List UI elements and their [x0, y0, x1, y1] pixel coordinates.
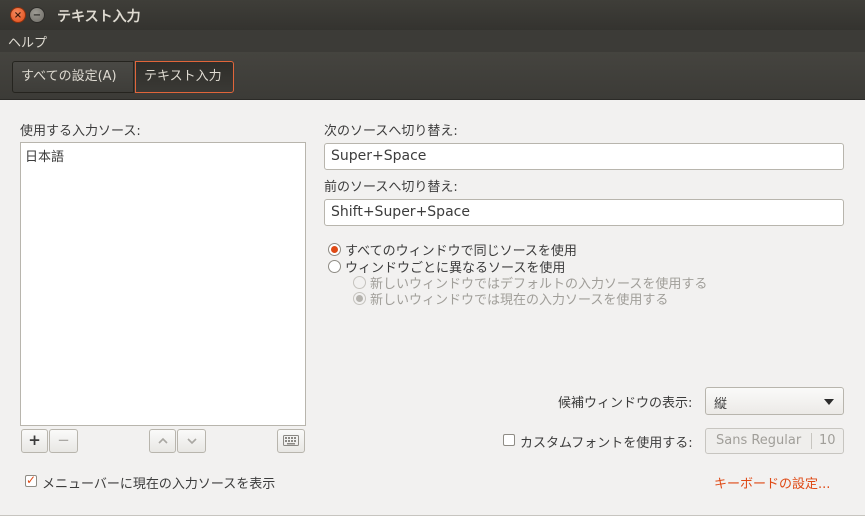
remove-source-button[interactable]: −: [49, 429, 78, 453]
prev-source-label: 前のソースへ切り替え:: [324, 180, 458, 195]
show-menubar-checkbox[interactable]: [25, 473, 37, 487]
candidate-window-label: 候補ウィンドウの表示:: [558, 396, 693, 411]
current-source-radio[interactable]: [353, 292, 366, 305]
font-chooser-button[interactable]: Sans Regular 10: [705, 428, 844, 454]
list-item[interactable]: 日本語: [25, 146, 64, 165]
menu-bar: ヘルプ: [0, 30, 865, 52]
default-source-radio[interactable]: [353, 276, 366, 289]
move-down-button[interactable]: [177, 429, 206, 453]
next-source-shortcut-field[interactable]: Super+Space: [324, 143, 844, 170]
add-source-button[interactable]: +: [21, 429, 48, 453]
keyboard-layout-button[interactable]: [277, 429, 305, 453]
chevron-down-icon: [186, 438, 197, 445]
plus-icon: +: [28, 431, 41, 449]
close-icon[interactable]: ×: [10, 7, 26, 23]
window-title: テキスト入力: [57, 9, 141, 25]
keyboard-icon: [283, 435, 299, 446]
title-bar: × − テキスト入力: [0, 0, 865, 30]
keyboard-settings-link[interactable]: キーボードの設定...: [714, 473, 830, 492]
font-separator: [811, 433, 812, 449]
breadcrumb-all-settings[interactable]: すべての設定(A): [12, 61, 134, 93]
move-up-button[interactable]: [149, 429, 176, 453]
candidate-window-select[interactable]: 縦: [705, 387, 844, 415]
next-source-label: 次のソースへ切り替え:: [324, 124, 458, 139]
custom-font-checkbox[interactable]: [503, 434, 515, 446]
candidate-window-value: 縦: [714, 397, 728, 412]
input-sources-label: 使用する入力ソース:: [20, 124, 141, 139]
font-size: 10: [819, 433, 836, 448]
menu-help[interactable]: ヘルプ: [8, 32, 47, 51]
per-window-radio[interactable]: [328, 260, 341, 273]
breadcrumb-text-entry[interactable]: テキスト入力: [135, 61, 234, 93]
same-source-radio[interactable]: [328, 243, 341, 256]
font-name: Sans Regular: [716, 433, 802, 448]
prev-source-shortcut-field[interactable]: Shift+Super+Space: [324, 199, 844, 226]
show-menubar-label[interactable]: メニューバーに現在の入力ソースを表示: [42, 473, 275, 492]
current-source-label: 新しいウィンドウでは現在の入力ソースを使用する: [370, 293, 669, 308]
minimize-icon[interactable]: −: [29, 7, 45, 23]
toolbar: すべての設定(A) テキスト入力: [0, 52, 865, 100]
chevron-up-icon: [157, 437, 168, 444]
input-sources-list[interactable]: 日本語: [20, 142, 306, 426]
dropdown-arrow-icon: [824, 399, 834, 405]
custom-font-label[interactable]: カスタムフォントを使用する:: [520, 432, 693, 451]
minus-icon: −: [57, 431, 70, 449]
